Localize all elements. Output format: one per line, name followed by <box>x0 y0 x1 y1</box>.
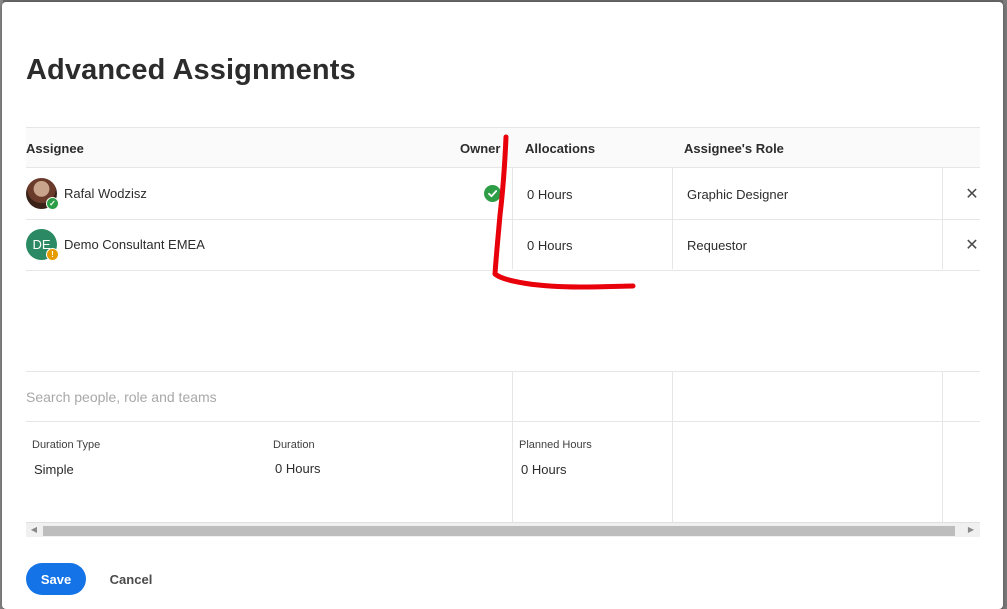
dialog-title: Advanced Assignments <box>26 54 356 86</box>
assignee-name[interactable]: Demo Consultant EMEA <box>64 237 205 252</box>
table-header: Assignee Owner Allocations Assignee's Ro… <box>26 127 980 168</box>
owner-check-icon[interactable] <box>484 185 501 202</box>
assignments-table: Assignee Owner Allocations Assignee's Ro… <box>26 127 980 537</box>
close-icon[interactable]: ✕ <box>964 235 980 255</box>
duration-type-select[interactable]: Simple <box>34 462 74 477</box>
duration-label: Duration <box>273 439 315 451</box>
assignee-role[interactable]: Graphic Designer <box>687 187 788 202</box>
planned-hours-field[interactable]: 0 Hours <box>521 462 567 477</box>
header-allocations: Allocations <box>525 141 596 156</box>
scroll-left-icon[interactable]: ◀ <box>29 525 39 534</box>
advanced-assignments-dialog: Advanced Assignments Assignee Owner Allo… <box>2 2 1003 609</box>
table-row: ✓ Rafal Wodzisz 0 Hours Graphic Designer… <box>26 169 980 220</box>
backdrop <box>1003 0 1007 609</box>
header-assignee: Assignee <box>26 141 84 156</box>
header-owner: Owner <box>460 141 501 156</box>
duration-field[interactable]: 0 Hours <box>275 461 321 476</box>
check-icon: ✓ <box>46 197 59 210</box>
cancel-button[interactable]: Cancel <box>100 563 162 595</box>
allocation-value[interactable]: 0 Hours <box>527 187 573 202</box>
table-row: DE ! Demo Consultant EMEA 0 Hours Reques… <box>26 220 980 271</box>
allocation-value[interactable]: 0 Hours <box>527 238 573 253</box>
assignee-name[interactable]: Rafal Wodzisz <box>64 186 147 201</box>
scroll-thumb[interactable] <box>43 526 955 536</box>
save-button[interactable]: Save <box>26 563 86 595</box>
header-assignee-role: Assignee's Role <box>684 141 784 156</box>
scroll-right-icon[interactable]: ▶ <box>966 525 976 534</box>
duration-type-label: Duration Type <box>32 439 101 451</box>
avatar: ✓ <box>26 178 59 210</box>
search-row <box>26 371 980 422</box>
assignee-role[interactable]: Requestor <box>687 238 747 253</box>
avatar: DE ! <box>26 229 59 261</box>
warning-icon: ! <box>46 248 59 261</box>
close-icon[interactable]: ✕ <box>964 184 980 204</box>
search-input[interactable] <box>26 384 506 410</box>
planned-hours-label: Planned Hours <box>519 439 592 451</box>
horizontal-scrollbar[interactable]: ◀ ▶ <box>26 522 980 537</box>
